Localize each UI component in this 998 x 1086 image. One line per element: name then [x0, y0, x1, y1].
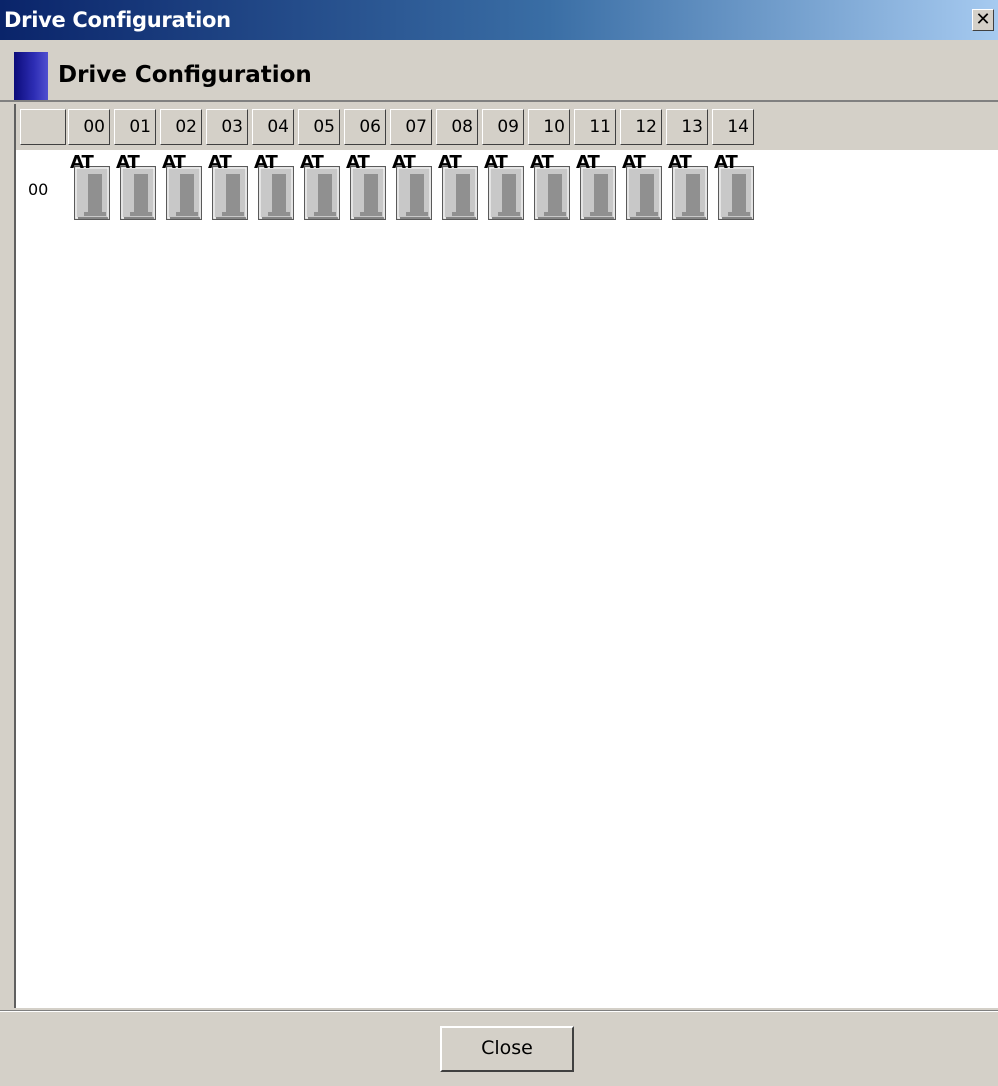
drive-type-label: AT — [162, 152, 186, 173]
column-header[interactable]: 12 — [620, 109, 662, 145]
drive-type-label: AT — [622, 152, 646, 173]
column-header[interactable]: 02 — [160, 109, 202, 145]
disk-drive-icon — [396, 166, 432, 220]
column-header[interactable]: 08 — [436, 109, 478, 145]
grid-corner-cell — [20, 109, 66, 145]
drive-type-label: AT — [208, 152, 232, 173]
disk-drive-icon — [442, 166, 478, 220]
close-button[interactable]: Close — [440, 1026, 574, 1072]
drive-slot[interactable]: AT — [668, 154, 710, 220]
header-accent-bar — [14, 52, 48, 100]
title-bar[interactable]: Drive Configuration ✕ — [0, 0, 998, 40]
drive-grid-panel: 00 01 02 03 04 05 06 07 08 09 10 11 12 13 14 00 AT AT AT A… — [14, 104, 998, 1008]
column-header[interactable]: 10 — [528, 109, 570, 145]
column-header[interactable]: 05 — [298, 109, 340, 145]
drive-type-label: AT — [254, 152, 278, 173]
drive-type-label: AT — [300, 152, 324, 173]
drive-slot[interactable]: AT — [392, 154, 434, 220]
disk-drive-icon — [258, 166, 294, 220]
header-divider — [0, 100, 998, 102]
drive-slot[interactable]: AT — [346, 154, 388, 220]
drive-type-label: AT — [576, 152, 600, 173]
disk-drive-icon — [74, 166, 110, 220]
header-band: Drive Configuration — [0, 40, 998, 102]
drive-slot[interactable]: AT — [116, 154, 158, 220]
close-icon: ✕ — [975, 9, 991, 30]
drive-type-label: AT — [484, 152, 508, 173]
disk-drive-icon — [212, 166, 248, 220]
drive-type-label: AT — [70, 152, 94, 173]
drive-slot[interactable]: AT — [576, 154, 618, 220]
disk-drive-icon — [534, 166, 570, 220]
disk-drive-icon — [718, 166, 754, 220]
drive-slot[interactable]: AT — [530, 154, 572, 220]
row-label: 00 — [28, 180, 49, 199]
disk-drive-icon — [120, 166, 156, 220]
drive-slot[interactable]: AT — [208, 154, 250, 220]
drive-type-label: AT — [116, 152, 140, 173]
column-header[interactable]: 11 — [574, 109, 616, 145]
page-title: Drive Configuration — [58, 62, 312, 88]
window-title: Drive Configuration — [4, 8, 231, 32]
drive-slot[interactable]: AT — [254, 154, 296, 220]
column-header[interactable]: 14 — [712, 109, 754, 145]
close-window-button[interactable]: ✕ — [972, 9, 994, 31]
drive-slot[interactable]: AT — [300, 154, 342, 220]
disk-drive-icon — [580, 166, 616, 220]
drive-type-label: AT — [392, 152, 416, 173]
column-header[interactable]: 01 — [114, 109, 156, 145]
column-header[interactable]: 03 — [206, 109, 248, 145]
drive-type-label: AT — [438, 152, 462, 173]
drive-type-label: AT — [530, 152, 554, 173]
disk-drive-icon — [672, 166, 708, 220]
disk-drive-icon — [626, 166, 662, 220]
drive-slot[interactable]: AT — [714, 154, 756, 220]
drive-type-label: AT — [346, 152, 370, 173]
disk-drive-icon — [166, 166, 202, 220]
drive-slot[interactable]: AT — [162, 154, 204, 220]
disk-drive-icon — [304, 166, 340, 220]
column-header[interactable]: 09 — [482, 109, 524, 145]
drive-type-label: AT — [714, 152, 738, 173]
column-header[interactable]: 04 — [252, 109, 294, 145]
column-header-row: 00 01 02 03 04 05 06 07 08 09 10 11 12 13 14 — [16, 104, 998, 150]
drive-type-label: AT — [668, 152, 692, 173]
column-header[interactable]: 06 — [344, 109, 386, 145]
drive-slot[interactable]: AT — [70, 154, 112, 220]
column-header[interactable]: 13 — [666, 109, 708, 145]
column-header[interactable]: 07 — [390, 109, 432, 145]
drive-slot[interactable]: AT — [622, 154, 664, 220]
disk-drive-icon — [488, 166, 524, 220]
disk-drive-icon — [350, 166, 386, 220]
footer-divider — [0, 1010, 998, 1012]
drive-slot[interactable]: AT — [438, 154, 480, 220]
column-header[interactable]: 00 — [68, 109, 110, 145]
drive-slot[interactable]: AT — [484, 154, 526, 220]
drive-configuration-window: Drive Configuration ✕ Drive Configuratio… — [0, 0, 998, 1086]
